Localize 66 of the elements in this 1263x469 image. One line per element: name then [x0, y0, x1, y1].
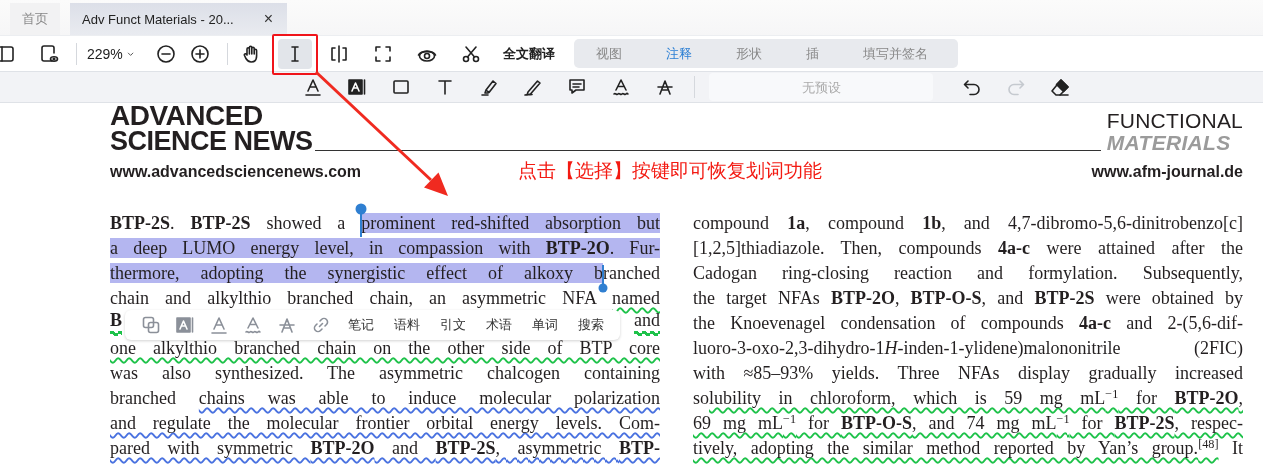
text-line: thermore, adopting the synergistic effect of alkoxy branched — [110, 262, 660, 285]
text-line: one alkylthio branched chain on the other side of BTP core — [110, 337, 660, 360]
text-box-icon — [347, 77, 367, 97]
fullscreen-icon — [373, 43, 393, 64]
sidebar-icon — [0, 43, 15, 64]
mode-tab[interactable]: 注释 — [644, 39, 714, 68]
text-fragment: and — [634, 311, 660, 336]
zoom-out-icon — [156, 43, 176, 64]
text-underline-icon — [303, 77, 323, 97]
text-line: compound 1a, compound 1b, and 4,7-dibromo-5,6-dinitrobenzo[c] — [693, 212, 1243, 235]
text-line: BTP-2S. BTP-2S showed a prominent red-shifted absorption but — [110, 212, 660, 235]
text-line: [1,2,5]thiadiazole. Then, compounds 4a-c were attained after the — [693, 237, 1243, 260]
text-line: luoro-3-oxo-2,3-dihydro-1H-inden-1-ylidene)malononitrile (2FIC) — [693, 337, 1243, 360]
text-box-icon — [175, 315, 195, 335]
zoom-dropdown[interactable]: 229% — [83, 38, 139, 69]
eraser-icon — [1050, 77, 1070, 97]
citation-button[interactable]: 引文 — [433, 312, 473, 338]
rectangle-icon — [391, 77, 411, 97]
search-button[interactable]: 搜索 — [571, 312, 611, 338]
journal-title: MATERIALS — [1106, 132, 1231, 154]
text-underline-icon — [209, 315, 229, 335]
scissors-icon — [461, 43, 481, 64]
page-preview-icon — [39, 43, 59, 64]
redo-icon — [1006, 77, 1026, 97]
text-line: chain and alkylthio branched chain, an asymmetric NFA named — [110, 287, 660, 310]
text-fragment: B — [110, 311, 122, 336]
text-line: branched chains was able to induce molecular polarization — [110, 387, 660, 410]
highlighter-icon — [479, 77, 499, 97]
pen-icon — [523, 77, 543, 97]
text-line: and regulate the molecular frontier orbital energy levels. Com- — [110, 412, 660, 435]
corpus-button[interactable]: 语料 — [387, 312, 427, 338]
strikethrough-icon — [655, 77, 675, 97]
preset-field[interactable]: 无预设 — [709, 73, 933, 101]
highlight-frame — [272, 33, 318, 75]
text-line: was also synthesized. The asymmetric chalcogen containing — [110, 362, 660, 385]
text-line: Cadogan ring-closing reaction and formylation. Subsequently, — [693, 262, 1243, 285]
journal-title: SCIENCE NEWS — [110, 128, 313, 154]
undo-icon — [962, 77, 982, 97]
journal-url: www.advancedsciencenews.com — [110, 163, 362, 181]
text-line: solubility in chloroform, which is 59 mg mL$^{−1}$ for BTP-2O, — [693, 386, 1243, 410]
document-tab[interactable]: Adv Funct Materials - 20... × — [70, 3, 288, 35]
text-line: 69 mg mL$^{−1}$ for BTP-O-S, and 74 mg mL$^{−1}$ for BTP-2S, respec- — [693, 411, 1243, 435]
comment-icon — [567, 77, 587, 97]
split-view-icon — [329, 43, 349, 64]
copy-icon — [141, 315, 161, 335]
squiggly-icon — [611, 77, 631, 97]
text-line: pared with symmetric BTP-2O and BTP-2S, asymmetric BTP- — [110, 437, 660, 460]
text-line: the Knoevenagel condensation of compounds 4a-c and 2-(5,6-dif- — [693, 312, 1243, 335]
link-icon — [311, 315, 331, 335]
zoom-in-icon — [190, 43, 210, 64]
journal-url: www.afm-journal.de — [1091, 163, 1243, 181]
journal-title: FUNCTIONAL — [1106, 110, 1243, 132]
text-select-button[interactable] — [278, 38, 312, 69]
text-tool-icon — [435, 77, 455, 97]
word-button[interactable]: 单词 — [525, 312, 565, 338]
text-line: tively, adopting the similar method reported by Yan’s group.$^{[48]}$ It — [693, 436, 1243, 460]
callout-text: 点击【选择】按键即可恢复划词功能 — [518, 158, 824, 183]
note-button[interactable]: 笔记 — [341, 312, 381, 338]
translate-button[interactable]: 全文翻译 — [498, 38, 560, 69]
strikethrough-icon — [277, 315, 297, 335]
squiggly-icon — [243, 315, 263, 335]
text-line: the target NFAs BTP-2O, BTP-O-S, and BTP-2S were obtained by — [693, 287, 1243, 310]
journal-title: ADVANCED — [110, 104, 264, 128]
term-button[interactable]: 术语 — [479, 312, 519, 338]
text-line: with ≈85–93% yields. Three NFAs display gradually increased — [693, 362, 1243, 385]
close-button[interactable]: × — [263, 10, 274, 28]
